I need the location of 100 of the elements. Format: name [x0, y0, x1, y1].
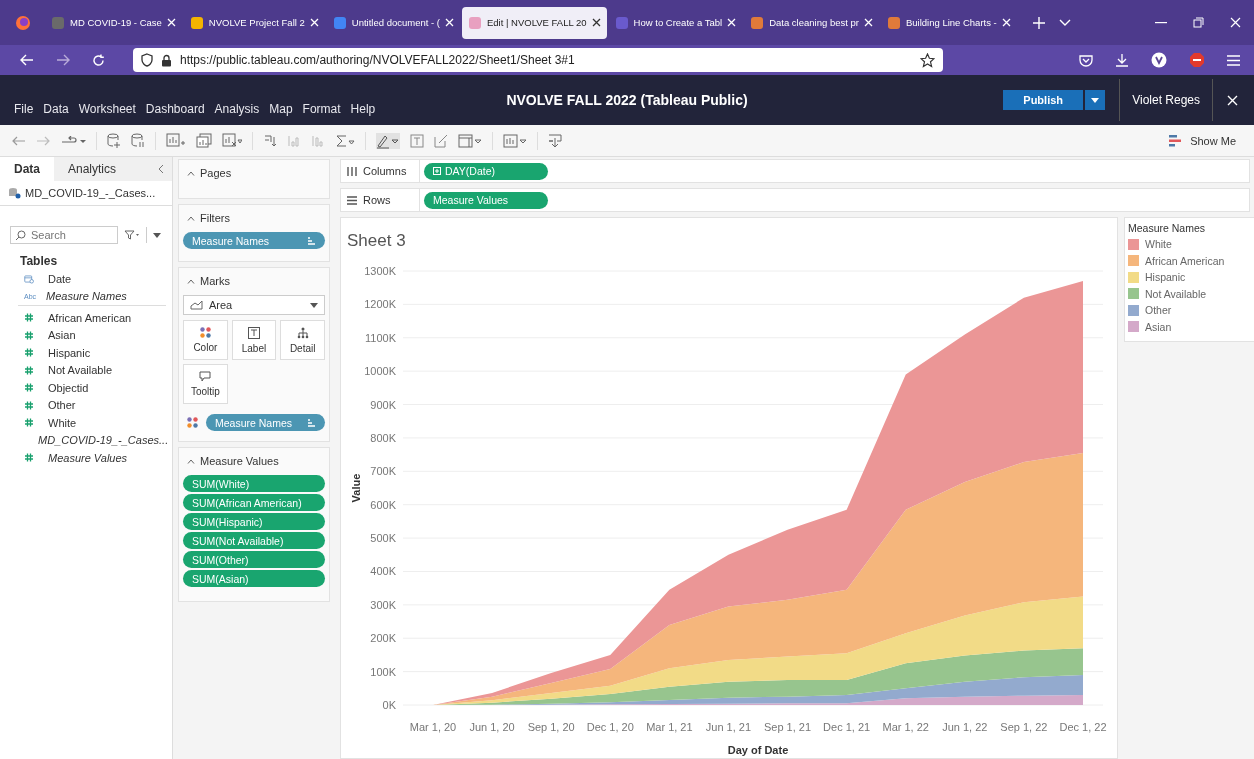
address-bar[interactable]: https://public.tableau.com/authoring/NVOLVEFALL2022/Sheet1/Sheet 3#1	[133, 48, 943, 72]
axis-tick-label: 500K	[370, 532, 396, 545]
menu-item[interactable]: Help	[350, 102, 376, 116]
legend-label[interactable]: Not Available	[1145, 287, 1207, 300]
field-name[interactable]: White	[48, 416, 77, 429]
highlight-icon[interactable]	[376, 132, 400, 149]
axis-tick-label: 1100K	[365, 331, 396, 344]
favicon-icon	[614, 15, 629, 30]
adblock-icon[interactable]	[1189, 52, 1205, 68]
close-icon[interactable]	[591, 18, 601, 27]
axis-title: Day of Date	[727, 744, 789, 756]
annotate-icon[interactable]	[434, 133, 448, 148]
menu-item[interactable]: Analysis	[214, 102, 260, 116]
field-name[interactable]: Measure Values	[48, 451, 128, 464]
menu-item[interactable]: Worksheet	[78, 102, 136, 116]
field-name[interactable]: Date	[48, 272, 72, 285]
field-name[interactable]: Other	[48, 399, 76, 412]
collapse-icon[interactable]	[158, 164, 164, 174]
show-me-button[interactable]: Show Me	[1163, 133, 1242, 148]
marks-button[interactable]: Detail	[280, 320, 325, 360]
back-icon[interactable]	[20, 54, 34, 66]
browser-tab[interactable]: NVOLVE Project Fall 2	[183, 6, 325, 39]
publish-button[interactable]: Publish	[1003, 90, 1084, 110]
star-icon[interactable]	[920, 52, 935, 68]
chevron-down-icon[interactable]	[1058, 18, 1071, 27]
menu-icon[interactable]	[1227, 54, 1240, 66]
collapse-icon[interactable]	[187, 278, 195, 284]
axis-tick-label: Mar 1, 22	[882, 721, 929, 733]
marks-button[interactable]: Label	[231, 320, 277, 360]
collapse-icon[interactable]	[187, 170, 195, 176]
marks-button[interactable]: Color	[183, 320, 228, 360]
browser-tab[interactable]: MD COVID-19 - Case	[45, 6, 182, 39]
extension-icon[interactable]	[1151, 52, 1167, 68]
data-source-name[interactable]: MD_COVID-19_-_Cases...	[25, 187, 156, 199]
download-icon[interactable]	[548, 133, 562, 148]
browser-tab[interactable]: Data cleaning best pr	[744, 6, 879, 39]
minimize-icon[interactable]	[1155, 21, 1167, 24]
hash-icon	[24, 418, 34, 428]
browser-logo-icon[interactable]	[15, 14, 31, 31]
legend-swatch	[1128, 255, 1139, 267]
field-name[interactable]: Not Available	[48, 364, 112, 377]
swap-icon[interactable]	[263, 133, 277, 148]
marks-button[interactable]: Tooltip	[183, 364, 228, 404]
reload-icon[interactable]	[92, 53, 105, 67]
caret-icon[interactable]	[153, 232, 161, 238]
axis-tick-label: Mar 1, 21	[646, 721, 693, 733]
field-name[interactable]: MD_COVID-19_-_Cases...	[38, 434, 169, 447]
legend-label[interactable]: Asian	[1145, 320, 1172, 333]
axis-tick-label: 800K	[370, 431, 396, 444]
new-tab-icon[interactable]	[1032, 16, 1045, 29]
speech-bubble-icon	[199, 371, 212, 382]
field-name[interactable]: Asian	[48, 329, 76, 342]
axis-tick-label: 400K	[370, 565, 396, 578]
legend-label[interactable]: Other	[1145, 304, 1172, 317]
shelf-label: Columns	[363, 165, 407, 177]
pane-tab[interactable]: Data	[0, 157, 54, 181]
field-name[interactable]: Measure Names	[46, 290, 127, 303]
presentation-icon[interactable]	[503, 133, 527, 148]
filter-icon[interactable]	[124, 230, 140, 240]
mark-type-dropdown[interactable]: Area	[183, 295, 325, 315]
menu-item[interactable]: Dashboard	[145, 102, 205, 116]
pocket-icon[interactable]	[1079, 53, 1093, 67]
pause-updates-icon[interactable]	[131, 133, 145, 148]
duplicate-sheet-icon[interactable]	[196, 133, 212, 148]
legend-label[interactable]: White	[1145, 238, 1172, 251]
workbook-title: NVOLVE FALL 2022 (Tableau Public)	[506, 92, 748, 108]
field-name[interactable]: Objectid	[48, 381, 89, 394]
menu-item[interactable]: Data	[43, 102, 69, 116]
user-name[interactable]: Violet Reges	[1119, 79, 1213, 121]
browser-tab[interactable]: Untitled document - (	[326, 6, 460, 39]
undo-icon[interactable]	[12, 135, 26, 146]
menu-item[interactable]: Format	[302, 102, 341, 116]
menu-item[interactable]: File	[14, 102, 34, 116]
clear-sheet-icon[interactable]	[222, 133, 242, 148]
replay-icon[interactable]	[60, 135, 86, 146]
field-name[interactable]: Hispanic	[48, 346, 91, 359]
field-name[interactable]: African American	[48, 311, 132, 324]
new-data-source-icon[interactable]	[107, 133, 121, 148]
menu-item[interactable]: Map	[269, 102, 293, 116]
browser-tab[interactable]: Edit | NVOLVE FALL 20	[461, 6, 607, 39]
legend-label[interactable]: African American	[1145, 254, 1225, 267]
legend-label[interactable]: Hispanic	[1145, 271, 1186, 284]
axis-tick-label: 200K	[370, 632, 396, 645]
forward-icon[interactable]	[56, 54, 70, 66]
axis-tick-label: Jun 1, 20	[469, 721, 515, 733]
browser-tab[interactable]: How to Create a Tabl	[608, 6, 743, 39]
axis-tick-label: 100K	[370, 665, 396, 678]
search-field[interactable]: Search	[10, 226, 118, 244]
collapse-icon[interactable]	[187, 458, 195, 464]
pane-tab[interactable]: Analytics	[54, 157, 131, 181]
restore-icon[interactable]	[1193, 17, 1204, 28]
sum-icon[interactable]	[335, 133, 355, 148]
data-source-icon	[8, 187, 21, 199]
fit-icon[interactable]	[458, 133, 482, 148]
new-sheet-icon[interactable]	[166, 133, 186, 148]
publish-dropdown[interactable]	[1085, 90, 1106, 110]
collapse-icon[interactable]	[187, 215, 195, 221]
browser-tab[interactable]: Building Line Charts -	[880, 6, 1017, 39]
sort-icon	[307, 418, 316, 427]
axis-tick-label: 900K	[370, 398, 396, 411]
